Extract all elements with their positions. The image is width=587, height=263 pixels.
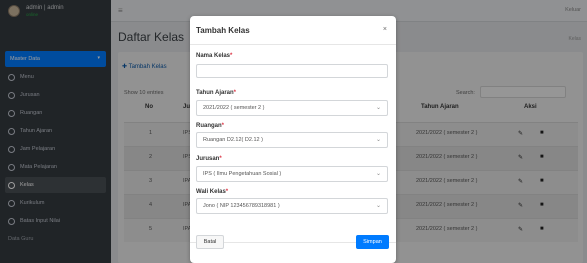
ruangan-select[interactable]: Ruangan D2.12( D2.12 ) ⌄ [196,132,388,148]
required-mark: * [219,156,222,162]
required-mark: * [233,90,237,96]
tahun-ajaran-value: 2021/2022 ( semester 2 ) [203,105,265,111]
chevron-down-icon: ⌄ [375,137,381,143]
tahun-ajaran-label: Tahun Ajaran* [196,90,236,96]
tahun-ajaran-label-text: Tahun Ajaran [196,90,234,96]
required-mark: * [230,53,233,59]
modal-title: Tambah Kelas [196,26,250,35]
simpan-button[interactable]: Simpan [356,235,389,249]
jurusan-label: Jurusan* [196,156,222,162]
tahun-ajaran-select[interactable]: 2021/2022 ( semester 2 ) ⌄ [196,100,388,116]
tambah-kelas-modal: Tambah Kelas × Nama Kelas* Tahun Ajaran*… [190,16,396,263]
required-mark: * [225,189,229,195]
wali-kelas-label: Wali Kelas* [196,189,228,195]
close-icon[interactable]: × [383,26,387,33]
nama-kelas-label: Nama Kelas* [196,53,232,59]
batal-button[interactable]: Batal [196,235,224,249]
modal-divider [190,44,396,45]
jurusan-label-text: Jurusan [196,156,220,162]
ruangan-value: Ruangan D2.12( D2.12 ) [203,137,263,143]
chevron-down-icon: ⌄ [375,203,381,209]
nama-kelas-label-text: Nama Kelas [196,53,231,59]
jurusan-value: IPS ( Ilmu Pengetahuan Sosial ) [203,171,282,177]
chevron-down-icon: ⌄ [375,105,381,111]
wali-kelas-value: Jono ( NIP 123456789318981 ) [203,203,280,209]
wali-kelas-label-text: Wali Kelas [196,189,226,195]
chevron-down-icon: ⌄ [375,171,381,177]
nama-kelas-input[interactable] [196,64,388,78]
required-mark: * [221,123,225,129]
ruangan-label-text: Ruangan [196,123,222,129]
wali-kelas-select[interactable]: Jono ( NIP 123456789318981 ) ⌄ [196,198,388,214]
jurusan-select[interactable]: IPS ( Ilmu Pengetahuan Sosial ) ⌄ [196,166,388,182]
ruangan-label: Ruangan* [196,123,224,129]
